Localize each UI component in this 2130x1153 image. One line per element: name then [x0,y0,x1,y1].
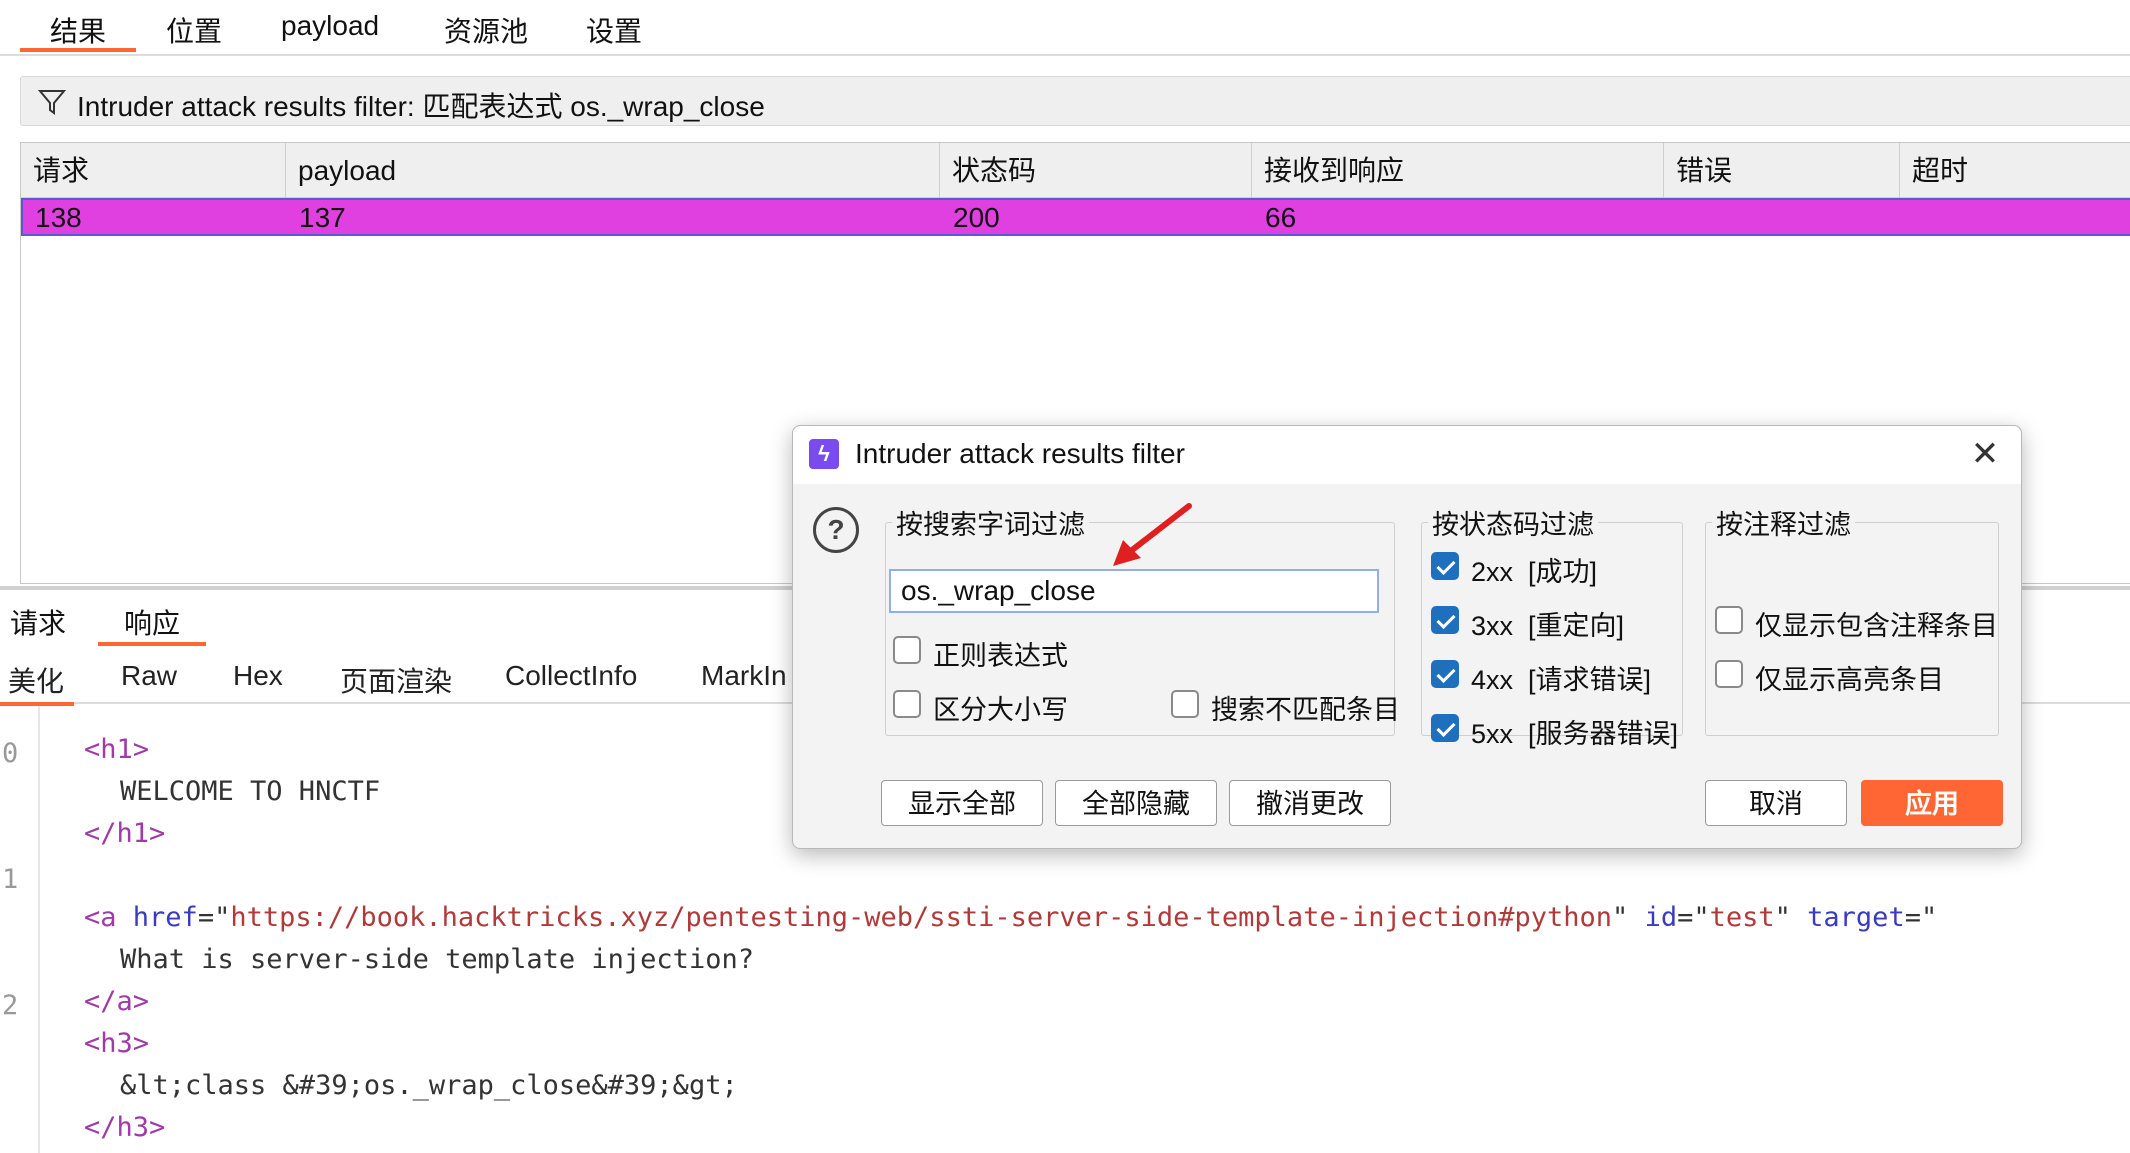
filter-bar[interactable]: Intruder attack results filter: 匹配表达式 os… [20,76,2130,126]
status-4xx-checkbox[interactable] [1431,660,1459,688]
code-token: =" [197,902,231,933]
cancel-button[interactable]: 取消 [1705,780,1847,826]
status-5xx-label: 5xx [服务器错误] [1471,719,1679,749]
code-token: =" [1677,902,1710,933]
cell-timeout [1901,200,1913,234]
search-group-legend: 按搜索字词过滤 [892,503,1089,542]
status-2xx-checkbox[interactable] [1431,552,1459,580]
line-number: 2 [2,990,19,1021]
status-3xx-checkbox[interactable] [1431,606,1459,634]
tab-resource-pool[interactable]: 资源池 [444,10,528,50]
code-a-close: </a> [84,986,150,1017]
filter-icon [37,90,67,115]
annotated-only-checkbox[interactable] [1715,606,1743,634]
cell-received: 66 [1265,202,1297,233]
code-h3-open: <h3> [84,1028,150,1059]
status-group-legend: 按状态码过滤 [1428,503,1598,542]
case-label: 区分大小写 [933,695,1068,725]
col-timeout[interactable]: 超时 [1899,143,2130,197]
revert-button[interactable]: 撤消更改 [1229,780,1391,826]
code-h3-close: </h3> [84,1112,166,1143]
gutter [38,706,40,1153]
code-token: " [1774,902,1791,933]
search-input[interactable] [889,569,1379,613]
tab-raw[interactable]: Raw [121,660,177,692]
highlighted-only-label: 仅显示高亮条目 [1755,665,1944,695]
tab-payload[interactable]: payload [281,10,379,42]
code-a-text: What is server-side template injection? [120,944,754,975]
col-received[interactable]: 接收到响应 [1251,143,1663,197]
cell-payload: 137 [299,202,346,233]
negative-checkbox[interactable] [1171,690,1199,718]
cell-request: 138 [35,202,82,233]
highlighted-only-checkbox[interactable] [1715,660,1743,688]
tab-request[interactable]: 请求 [10,602,66,642]
code-h1-text: WELCOME TO HNCTF [120,776,381,807]
tab-render[interactable]: 页面渲染 [340,660,452,700]
dialog-title: Intruder attack results filter [855,438,1185,469]
regex-checkbox[interactable] [893,636,921,664]
filter-bar-text: Intruder attack results filter: 匹配表达式 os… [77,91,765,122]
apply-button[interactable]: 应用 [1861,780,2003,826]
hide-all-button[interactable]: 全部隐藏 [1055,780,1217,826]
burp-logo-icon: ϟ [809,439,839,469]
cell-status: 200 [953,202,1000,233]
col-status[interactable]: 状态码 [939,143,1251,197]
top-tab-bar: 结果 位置 payload 资源池 设置 [0,0,2130,56]
status-4xx-label: 4xx [请求错误] [1471,665,1652,695]
negative-label: 搜索不匹配条目 [1211,695,1400,725]
dialog-title-bar[interactable]: ϟ Intruder attack results filter ✕ [793,426,2021,484]
code-h1-close: </h1> [84,818,166,849]
col-error[interactable]: 错误 [1663,143,1899,197]
case-checkbox[interactable] [893,690,921,718]
status-3xx-label: 3xx [重定向] [1471,611,1625,641]
show-all-button[interactable]: 显示全部 [881,780,1043,826]
table-row[interactable]: 138 137 200 66 [21,198,2130,236]
table-header: 请求 payload 状态码 接收到响应 错误 超时 [21,143,2130,198]
annotation-group-legend: 按注释过滤 [1712,503,1855,542]
annotation-arrow-icon [1113,503,1192,566]
line-number: 1 [2,864,19,895]
status-2xx-label: 2xx [成功] [1471,557,1598,587]
tab-pretty[interactable]: 美化 [0,660,75,706]
code-token: a [100,902,117,933]
code-token: " [1612,902,1629,933]
code-h1-open: <h1> [84,734,150,765]
col-payload[interactable]: payload [285,143,939,197]
code-token: < [84,902,101,933]
code-h3-text: &lt;class &#39;os._wrap_close&#39;&gt; [120,1070,738,1101]
code-token: target [1790,902,1905,933]
help-icon[interactable]: ? [813,507,859,553]
col-request[interactable]: 请求 [21,143,285,197]
status-5xx-checkbox[interactable] [1431,714,1459,742]
regex-label: 正则表达式 [933,641,1068,671]
tab-response[interactable]: 响应 [97,602,207,646]
annotated-only-label: 仅显示包含注释条目 [1755,611,1998,641]
tab-results[interactable]: 结果 [19,10,137,52]
tab-markin[interactable]: MarkIn [701,660,787,692]
tab-settings[interactable]: 设置 [586,10,642,50]
tab-collectinfo[interactable]: CollectInfo [505,660,637,692]
tab-positions[interactable]: 位置 [166,10,222,50]
code-link-url: https://book.hacktricks.xyz/pentesting-w… [230,902,1613,933]
code-token: =" [1904,902,1938,933]
cell-error [1665,200,1677,234]
close-icon[interactable]: ✕ [1965,434,2005,474]
line-number: 0 [2,738,19,769]
code-token: href [116,902,198,933]
filter-dialog: ϟ Intruder attack results filter ✕ ? 按搜索… [792,425,2022,849]
code-token: test [1709,902,1775,933]
tab-hex[interactable]: Hex [233,660,283,692]
code-a-open-line: <a href="https://book.hacktricks.xyz/pen… [84,902,1937,933]
code-token: id [1628,902,1678,933]
